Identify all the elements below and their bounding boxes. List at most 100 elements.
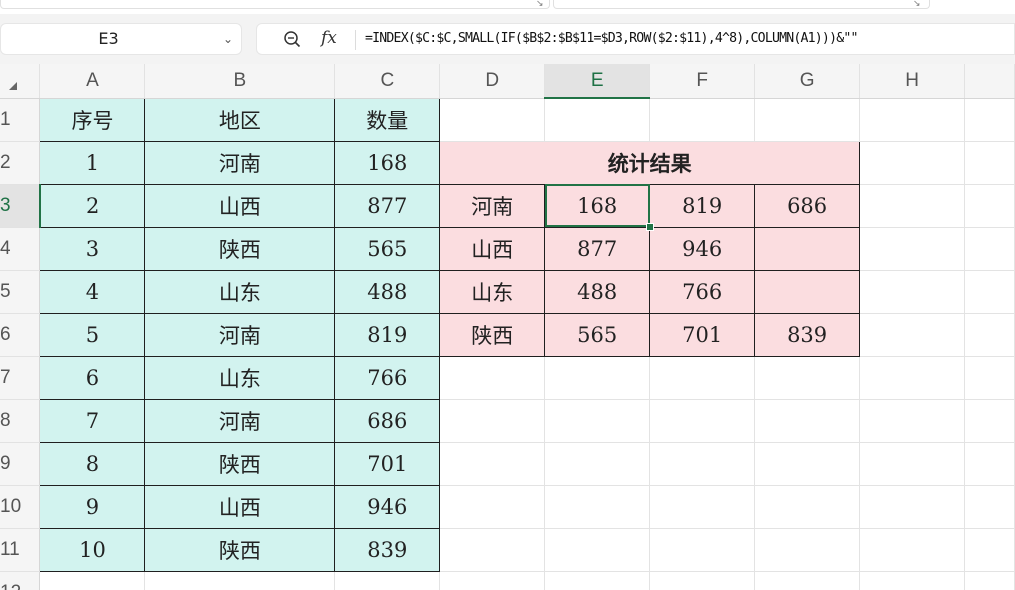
cell-b12[interactable] <box>144 570 336 590</box>
column-header-f[interactable]: F <box>649 64 756 99</box>
row-header-1[interactable]: 1 <box>0 98 41 142</box>
cell-f9[interactable] <box>649 441 756 486</box>
cell-d6[interactable]: 陕西 <box>439 312 546 357</box>
cell-a2[interactable]: 1 <box>39 140 146 185</box>
cell-b9[interactable]: 陕西 <box>144 441 336 486</box>
cell-b6[interactable]: 河南 <box>144 312 336 357</box>
cell-d1[interactable] <box>439 97 546 142</box>
cell-h9[interactable] <box>859 441 966 486</box>
cell-e7[interactable] <box>544 355 651 400</box>
cell-g10[interactable] <box>754 484 861 529</box>
cell-c12[interactable] <box>334 570 441 590</box>
cell-d4[interactable]: 山西 <box>439 226 546 271</box>
cell-h11[interactable] <box>859 527 966 572</box>
row-header-7[interactable]: 7 <box>0 356 41 400</box>
cell-e9[interactable] <box>544 441 651 486</box>
cell-g5[interactable] <box>754 269 861 314</box>
cell-c6[interactable]: 819 <box>334 312 441 357</box>
cell-d7[interactable] <box>439 355 546 400</box>
cell-i10[interactable] <box>964 484 1015 529</box>
cell-e4[interactable]: 877 <box>544 226 651 271</box>
row-header-11[interactable]: 11 <box>0 528 41 572</box>
select-all-corner[interactable] <box>0 64 41 99</box>
column-header-a[interactable]: A <box>39 64 146 99</box>
cell-c3[interactable]: 877 <box>334 183 441 228</box>
cell-a8[interactable]: 7 <box>39 398 146 443</box>
zoom-icon[interactable] <box>283 30 301 48</box>
name-box-value[interactable]: E3 <box>1 24 216 54</box>
column-header-h[interactable]: H <box>859 64 966 99</box>
cell-d2[interactable]: 统计结果 <box>439 140 861 185</box>
cell-d10[interactable] <box>439 484 546 529</box>
cell-g6[interactable]: 839 <box>754 312 861 357</box>
cell-h8[interactable] <box>859 398 966 443</box>
cell-e11[interactable] <box>544 527 651 572</box>
cell-i1[interactable] <box>964 97 1015 142</box>
name-box[interactable]: E3 ⌄ <box>0 23 242 55</box>
column-header-i[interactable] <box>964 64 1015 99</box>
row-header-5[interactable]: 5 <box>0 270 41 314</box>
cell-b2[interactable]: 河南 <box>144 140 336 185</box>
column-header-e[interactable]: E <box>544 64 651 99</box>
cell-i3[interactable] <box>964 183 1015 228</box>
cell-a12[interactable] <box>39 570 146 590</box>
cell-d5[interactable]: 山东 <box>439 269 546 314</box>
fill-handle[interactable] <box>646 223 654 231</box>
cell-d9[interactable] <box>439 441 546 486</box>
cell-c7[interactable]: 766 <box>334 355 441 400</box>
cell-b4[interactable]: 陕西 <box>144 226 336 271</box>
cell-e8[interactable] <box>544 398 651 443</box>
cell-i11[interactable] <box>964 527 1015 572</box>
cell-h1[interactable] <box>859 97 966 142</box>
cell-f7[interactable] <box>649 355 756 400</box>
cell-e1[interactable] <box>544 97 651 142</box>
cell-f5[interactable]: 766 <box>649 269 756 314</box>
cell-a5[interactable]: 4 <box>39 269 146 314</box>
cell-g1[interactable] <box>754 97 861 142</box>
cell-i12[interactable] <box>964 570 1015 590</box>
dialog-launcher-icon[interactable]: ↘ <box>536 0 544 9</box>
cell-b11[interactable]: 陕西 <box>144 527 336 572</box>
cell-c9[interactable]: 701 <box>334 441 441 486</box>
cell-g12[interactable] <box>754 570 861 590</box>
cell-a4[interactable]: 3 <box>39 226 146 271</box>
cell-f10[interactable] <box>649 484 756 529</box>
cell-e5[interactable]: 488 <box>544 269 651 314</box>
cell-i6[interactable] <box>964 312 1015 357</box>
cell-c4[interactable]: 565 <box>334 226 441 271</box>
cell-d11[interactable] <box>439 527 546 572</box>
cell-b10[interactable]: 山西 <box>144 484 336 529</box>
chevron-down-icon[interactable]: ⌄ <box>223 24 233 54</box>
row-header-4[interactable]: 4 <box>0 227 41 271</box>
row-header-3[interactable]: 3 <box>0 184 41 228</box>
cell-f3[interactable]: 819 <box>649 183 756 228</box>
cell-b3[interactable]: 山西 <box>144 183 336 228</box>
cell-i7[interactable] <box>964 355 1015 400</box>
cell-c5[interactable]: 488 <box>334 269 441 314</box>
cell-f6[interactable]: 701 <box>649 312 756 357</box>
cell-h3[interactable] <box>859 183 966 228</box>
cell-h7[interactable] <box>859 355 966 400</box>
cell-g7[interactable] <box>754 355 861 400</box>
cell-h6[interactable] <box>859 312 966 357</box>
cell-g3[interactable]: 686 <box>754 183 861 228</box>
cell-f4[interactable]: 946 <box>649 226 756 271</box>
cell-i9[interactable] <box>964 441 1015 486</box>
cell-e3[interactable]: 168 <box>544 183 651 228</box>
cell-h4[interactable] <box>859 226 966 271</box>
cell-g4[interactable] <box>754 226 861 271</box>
column-header-c[interactable]: C <box>334 64 441 99</box>
cell-a3[interactable]: 2 <box>39 183 146 228</box>
dialog-launcher-icon[interactable]: ↘ <box>913 0 921 9</box>
cell-i8[interactable] <box>964 398 1015 443</box>
cell-a1[interactable]: 序号 <box>39 97 146 142</box>
row-header-9[interactable]: 9 <box>0 442 41 486</box>
cell-c8[interactable]: 686 <box>334 398 441 443</box>
cell-f1[interactable] <box>649 97 756 142</box>
row-header-10[interactable]: 10 <box>0 485 41 529</box>
cell-c11[interactable]: 839 <box>334 527 441 572</box>
cell-i4[interactable] <box>964 226 1015 271</box>
cell-b5[interactable]: 山东 <box>144 269 336 314</box>
cell-c10[interactable]: 946 <box>334 484 441 529</box>
cell-f8[interactable] <box>649 398 756 443</box>
